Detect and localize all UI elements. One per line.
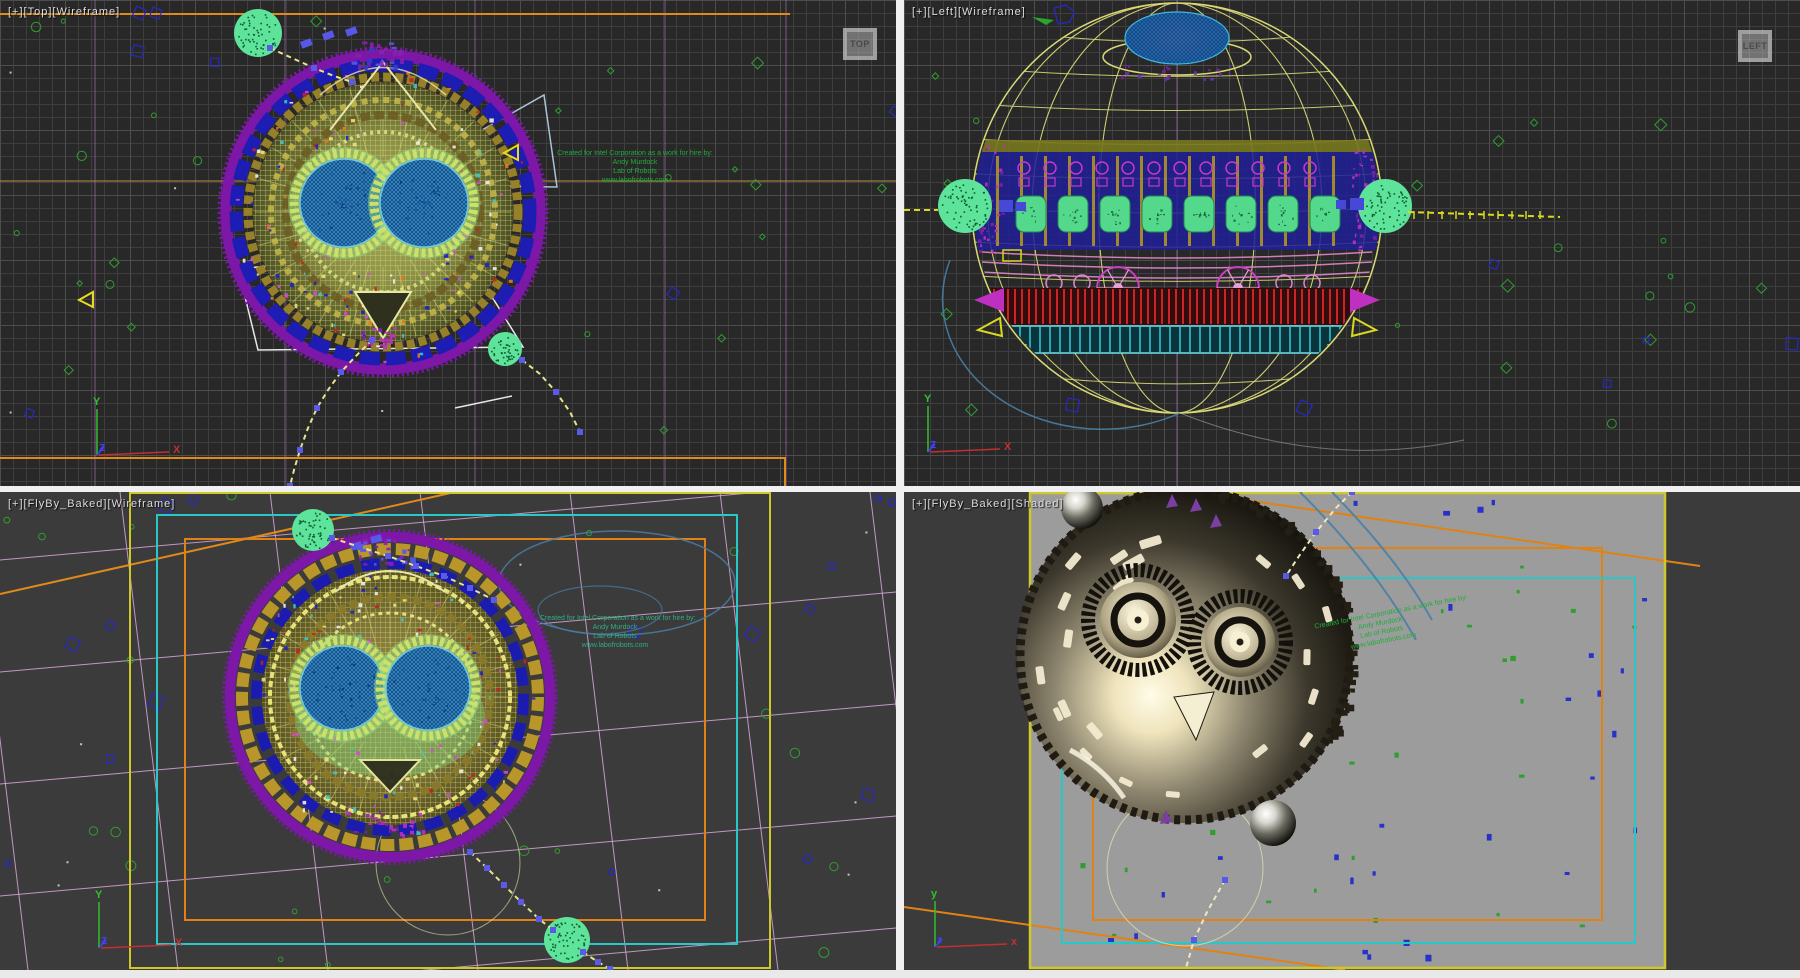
- viewport-flyby-shaded-art: y x z: [904, 492, 1800, 970]
- watermark-line: Lab of Robots: [540, 632, 690, 641]
- viewport-top-label[interactable]: [+][Top][Wireframe]: [8, 6, 120, 18]
- viewport-grid: Y X Z [+][Top][Wireframe] TOP Created for …: [0, 0, 1800, 978]
- svg-text:x: x: [1011, 936, 1018, 948]
- viewport-left[interactable]: Y X Z [+][Left][Wireframe] LEFT: [904, 0, 1800, 486]
- watermark-text: Created for Intel Corporation as a work …: [540, 614, 690, 650]
- svg-text:X: X: [173, 444, 181, 456]
- viewport-flyby-wireframe-art: Y X Z: [0, 492, 896, 970]
- svg-text:Y: Y: [93, 396, 101, 408]
- svg-text:Z: Z: [99, 443, 105, 454]
- viewcube-left[interactable]: LEFT: [1738, 30, 1772, 62]
- svg-text:Y: Y: [924, 393, 932, 405]
- svg-text:z: z: [937, 935, 942, 946]
- viewport-left-art: Y X Z: [904, 0, 1800, 486]
- watermark-line: www.labofrobots.com: [540, 641, 690, 650]
- watermark-line: Andy Murdock: [555, 158, 715, 167]
- viewport-top[interactable]: Y X Z [+][Top][Wireframe] TOP Created for …: [0, 0, 896, 486]
- watermark-text: Created for Intel Corporation as a work …: [555, 149, 715, 185]
- viewport-flyby-shaded-label[interactable]: [+][FlyBy_Baked][Shaded]: [912, 498, 1064, 510]
- timeline-edge-strip: [0, 970, 1800, 978]
- watermark-line: Created for Intel Corporation as a work …: [555, 149, 715, 158]
- viewport-flyby-wireframe[interactable]: Y X Z [+][FlyBy_Baked][Wireframe] Created …: [0, 492, 896, 970]
- viewport-flyby-shaded[interactable]: yxz [+][FlyBy_Baked][Shaded] Created for…: [904, 492, 1800, 970]
- viewcube-top[interactable]: TOP: [843, 28, 877, 60]
- viewport-flyby-wireframe-label[interactable]: [+][FlyBy_Baked][Wireframe]: [8, 498, 175, 510]
- viewport-top-art: Y X Z: [0, 0, 896, 486]
- watermark-line: Lab of Robots: [555, 167, 715, 176]
- viewport-left-label[interactable]: [+][Left][Wireframe]: [912, 6, 1026, 18]
- watermark-line: Andy Murdock: [540, 623, 690, 632]
- svg-text:X: X: [175, 937, 183, 949]
- svg-text:Y: Y: [95, 889, 103, 901]
- svg-text:Z: Z: [930, 440, 936, 451]
- watermark-line: Created for Intel Corporation as a work …: [540, 614, 690, 623]
- svg-text:X: X: [1004, 441, 1012, 453]
- watermark-line: www.labofrobots.com: [555, 176, 715, 185]
- viewport-splitter-horizontal[interactable]: [0, 486, 1800, 492]
- svg-text:y: y: [931, 888, 938, 900]
- svg-text:Z: Z: [101, 936, 107, 947]
